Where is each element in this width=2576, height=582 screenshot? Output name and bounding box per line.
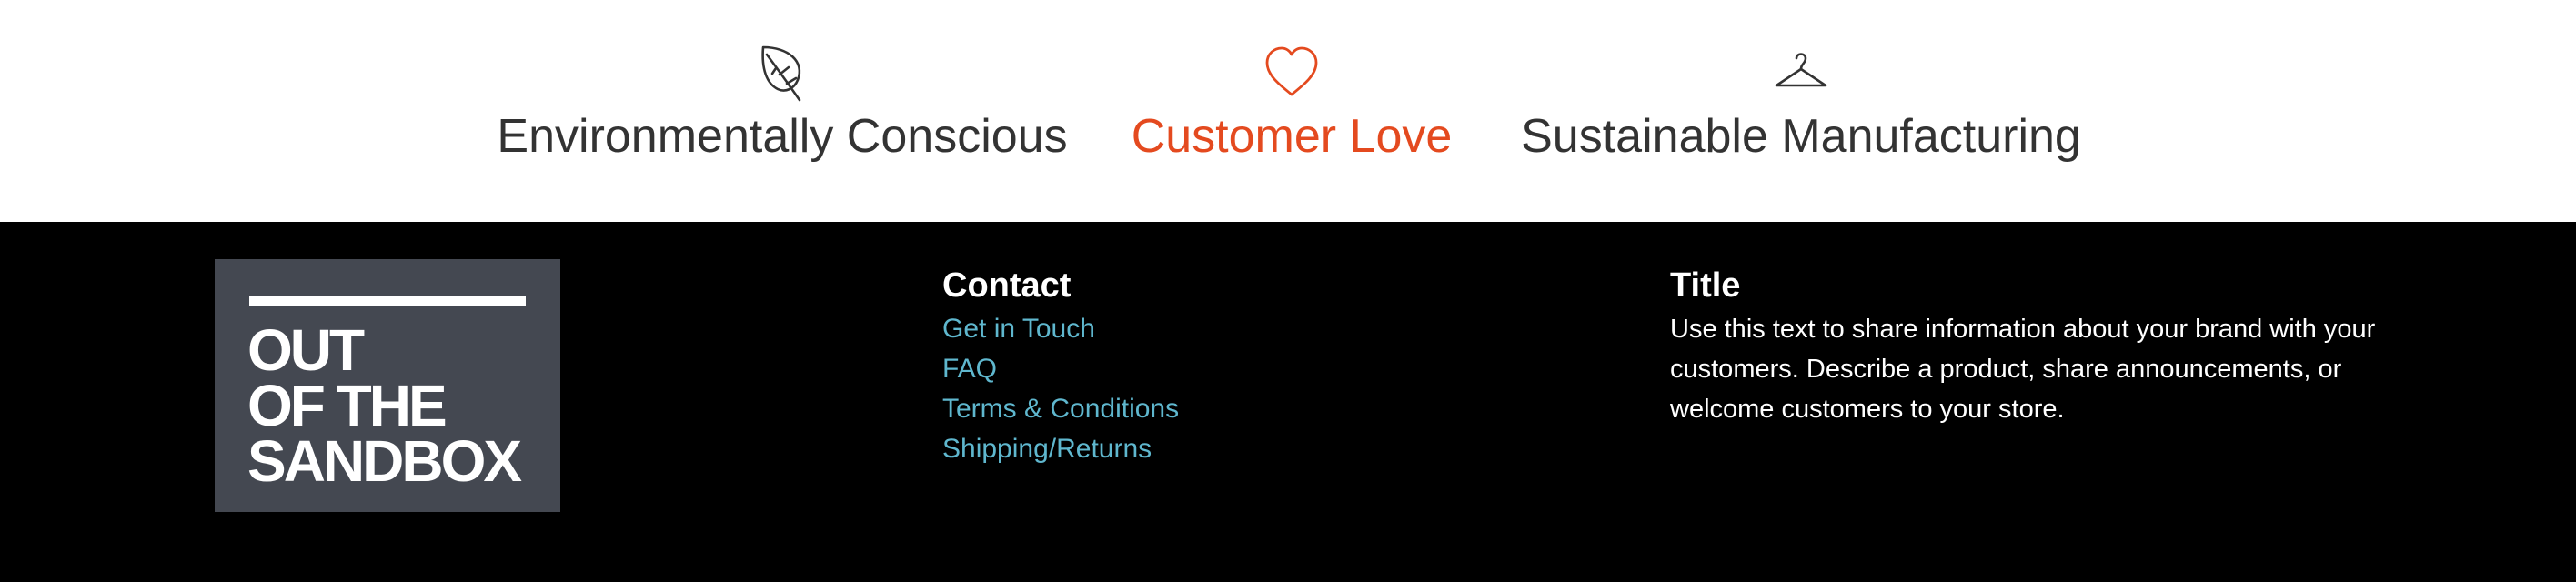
logo-line: SANDBOX	[247, 428, 522, 494]
feature-strip: Environmentally Conscious Customer Love …	[0, 0, 2576, 222]
list-item: Shipping/Returns	[942, 429, 1488, 469]
feature-label: Environmentally Conscious	[497, 110, 1068, 163]
link-faq[interactable]: FAQ	[942, 349, 997, 389]
heart-icon	[1110, 44, 1474, 104]
hanger-icon	[1501, 44, 2101, 104]
info-column: Title Use this text to share information…	[1670, 262, 2389, 429]
list-item: Terms & Conditions	[942, 389, 1488, 429]
logo-line: OUT	[247, 317, 365, 383]
feature-label: Customer Love	[1131, 110, 1453, 163]
info-text: Use this text to share information about…	[1670, 315, 2376, 424]
contact-column: Contact Get in Touch FAQ Terms & Conditi…	[942, 262, 1488, 469]
list-item: Get in Touch	[942, 309, 1488, 349]
feature-label: Sustainable Manufacturing	[1521, 110, 2081, 163]
contact-heading: Contact	[942, 266, 1072, 305]
info-heading: Title	[1670, 266, 1741, 305]
feature-customer-love[interactable]: Customer Love	[1110, 0, 1474, 222]
logo-wordmark: OUT OF THE SANDBOX	[247, 317, 522, 494]
leaf-icon	[482, 44, 1082, 104]
feature-sustainable-manufacturing[interactable]: Sustainable Manufacturing	[1501, 0, 2101, 222]
link-get-in-touch[interactable]: Get in Touch	[942, 309, 1095, 349]
feature-environmentally-conscious[interactable]: Environmentally Conscious	[482, 0, 1082, 222]
link-terms-conditions[interactable]: Terms & Conditions	[942, 389, 1179, 429]
site-footer: OUT OF THE SANDBOX Contact Get in Touch …	[0, 222, 2576, 582]
list-item: FAQ	[942, 349, 1488, 389]
contact-links: Get in Touch FAQ Terms & Conditions Ship…	[942, 309, 1488, 469]
brand-logo[interactable]: OUT OF THE SANDBOX	[215, 259, 560, 512]
logo-line: OF THE	[247, 373, 448, 438]
logo-bar	[249, 296, 526, 306]
link-shipping-returns[interactable]: Shipping/Returns	[942, 429, 1152, 469]
